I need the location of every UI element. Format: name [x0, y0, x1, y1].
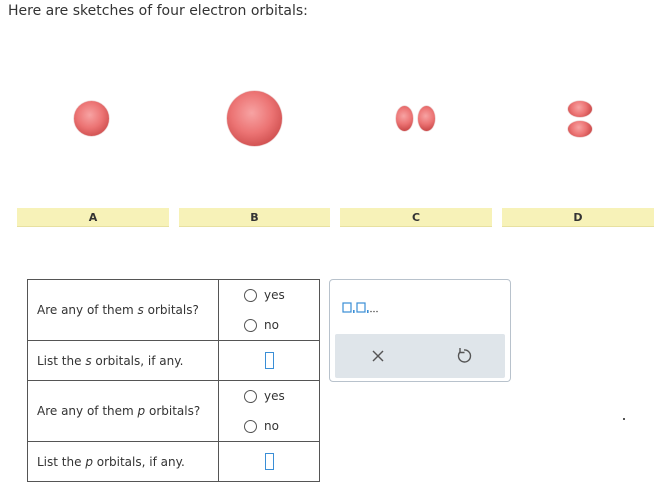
- stray-dot: [623, 418, 625, 420]
- p-no-option[interactable]: no: [219, 411, 319, 441]
- orbital-label-c: C: [340, 208, 492, 227]
- orbital-b-sketch: [227, 91, 282, 146]
- p-no-radio[interactable]: [244, 419, 257, 433]
- p-yes-option[interactable]: yes: [219, 381, 319, 411]
- question-p-any: Are any of them p orbitals?: [27, 380, 219, 442]
- question-s-list: List the s orbitals, if any.: [27, 340, 219, 381]
- orbital-label-a-text: A: [88, 210, 98, 224]
- orbital-label-d: D: [502, 208, 654, 227]
- question-row-s-any: Are any of them s orbitals? yes no: [27, 279, 320, 341]
- orbital-label-b-text: B: [250, 210, 259, 224]
- orbital-label-a: A: [17, 208, 169, 227]
- orbital-d-lobe-bottom: [568, 121, 592, 137]
- s-yes-option[interactable]: yes: [219, 280, 319, 310]
- question-p-list: List the p orbitals, if any.: [27, 441, 219, 482]
- x-icon: [372, 350, 384, 362]
- orbital-c-lobe-left: [396, 106, 413, 131]
- question-table: Are any of them s orbitals? yes no List …: [27, 279, 320, 482]
- clear-button[interactable]: [369, 347, 387, 365]
- orbital-label-b: B: [179, 208, 330, 227]
- s-orbitals-input[interactable]: [264, 352, 274, 369]
- orbital-label-d-text: D: [573, 210, 583, 224]
- s-no-radio[interactable]: [244, 318, 257, 332]
- s-yes-radio[interactable]: [244, 288, 257, 302]
- undo-button[interactable]: [454, 346, 474, 366]
- undo-icon: [457, 348, 472, 363]
- list-template-button[interactable]: [342, 299, 382, 315]
- question-s-any: Are any of them s orbitals?: [27, 279, 219, 341]
- orbital-c-lobe-right: [418, 106, 435, 131]
- s-no-option[interactable]: no: [219, 310, 319, 340]
- question-row-s-list: List the s orbitals, if any.: [27, 340, 320, 381]
- intro-text: Here are sketches of four electron orbit…: [8, 3, 308, 19]
- panel-toolbar: [335, 334, 505, 378]
- list-template-icon: [342, 302, 378, 313]
- p-yes-radio[interactable]: [244, 389, 257, 403]
- p-orbitals-input[interactable]: [264, 453, 274, 470]
- question-row-p-any: Are any of them p orbitals? yes no: [27, 380, 320, 442]
- orbital-d-lobe-top: [568, 101, 592, 117]
- orbital-label-c-text: C: [411, 210, 421, 224]
- question-row-p-list: List the p orbitals, if any.: [27, 441, 320, 482]
- orbital-a-sketch: [74, 101, 109, 136]
- answer-tools-panel: [329, 279, 511, 382]
